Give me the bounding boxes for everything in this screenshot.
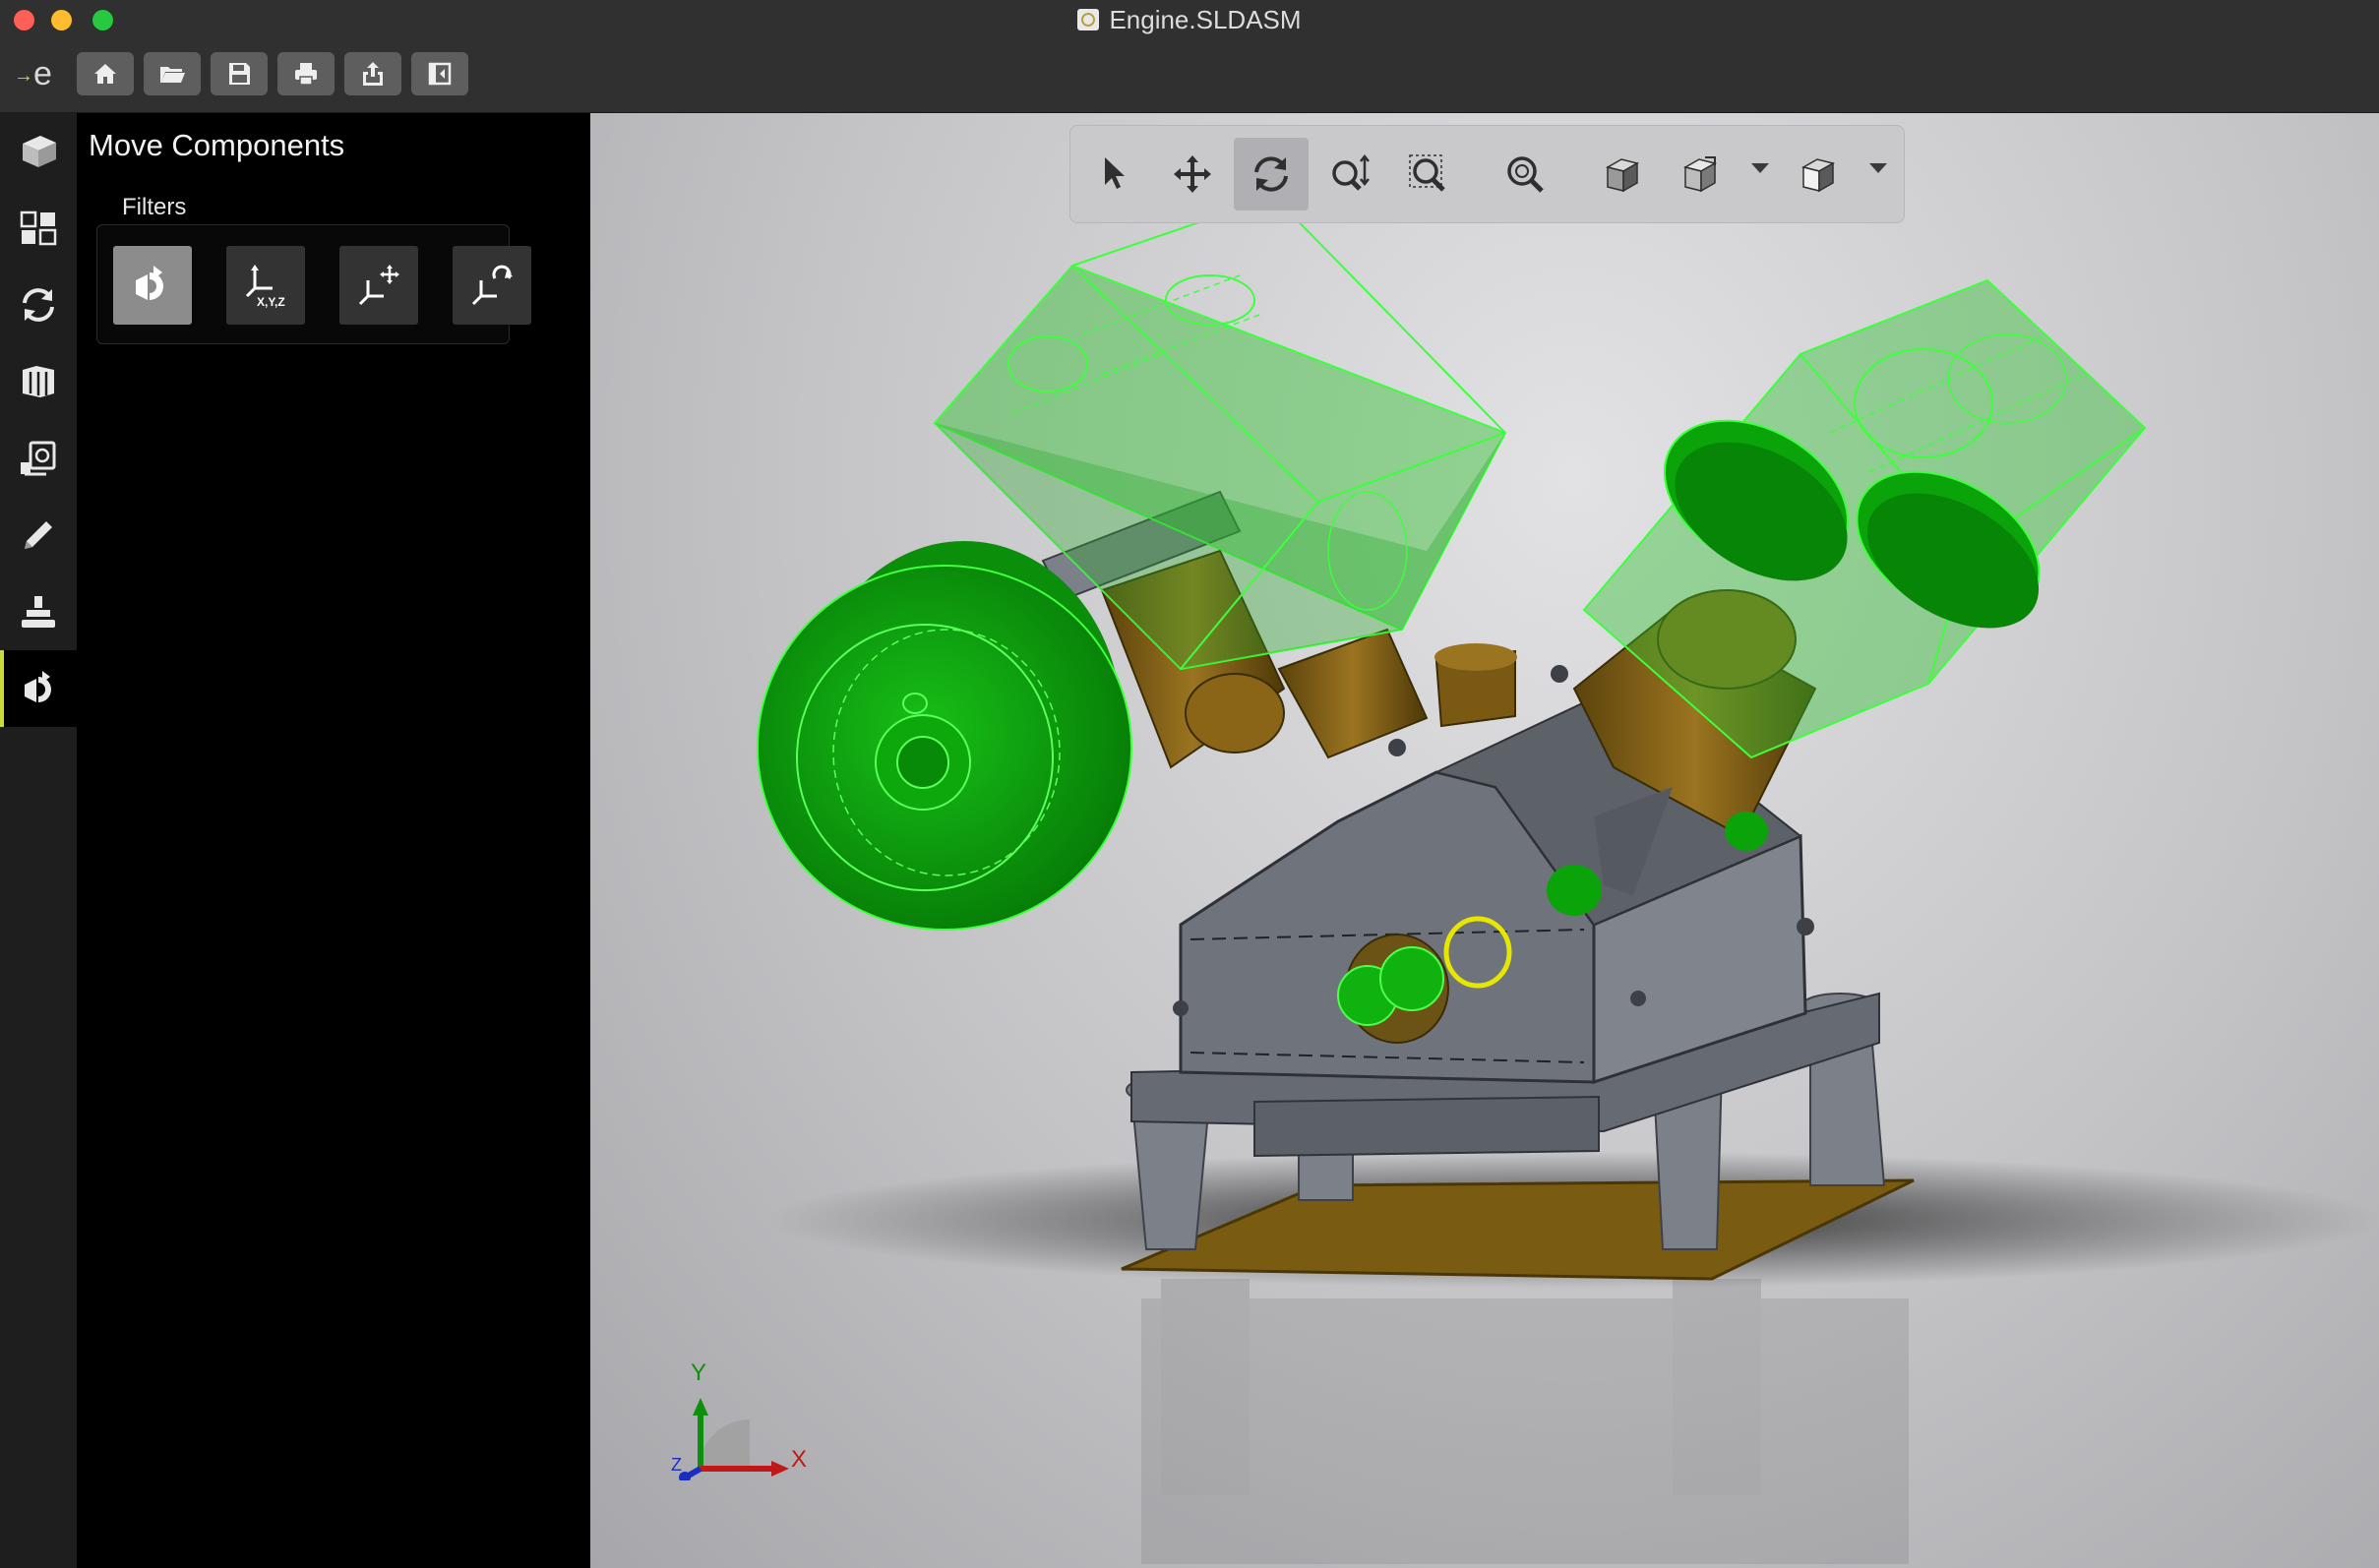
- filter-along-entity-button[interactable]: [339, 246, 418, 325]
- internal-part[interactable]: [1725, 812, 1768, 851]
- rotate-icon: [1254, 156, 1288, 192]
- filters-label: Filters: [118, 194, 191, 221]
- zoom-to-fit-button[interactable]: [1488, 138, 1562, 211]
- title-bar: Engine.SLDASM: [0, 0, 2379, 39]
- home-button[interactable]: [77, 52, 134, 95]
- free-drag-icon: [136, 266, 164, 300]
- pan-tool-button[interactable]: [1155, 138, 1230, 211]
- print-button[interactable]: [277, 52, 335, 95]
- view-orientation-icon: [1683, 156, 1717, 193]
- property-manager: Move Components Filters X,Y,Z: [77, 113, 661, 1568]
- zoom-to-area-button[interactable]: [1391, 138, 1466, 211]
- engine-model[interactable]: [590, 113, 2379, 1568]
- open-folder-icon: [160, 67, 185, 83]
- sidebar-toggle-button[interactable]: [411, 52, 468, 95]
- rail-item-sketch[interactable]: [0, 497, 77, 573]
- logo-text: e: [33, 55, 52, 92]
- flywheel[interactable]: [757, 541, 1132, 931]
- coordinate-triad: Y X Z: [671, 1359, 807, 1480]
- components-icon: [23, 366, 54, 397]
- section-view-dropdown[interactable]: [1869, 163, 1887, 173]
- layout-icon: [20, 211, 57, 246]
- rotate-about-icon: [471, 265, 513, 306]
- command-rail: [0, 113, 77, 1568]
- floor-reflection: [1141, 1279, 1909, 1564]
- save-button[interactable]: [211, 52, 268, 95]
- main-toolbar: →e: [0, 39, 2379, 113]
- logo-arrow: →: [14, 65, 33, 88]
- rail-item-move-component[interactable]: [0, 650, 77, 727]
- panel-title: Move Components: [89, 128, 345, 162]
- rail-item-update[interactable]: [0, 267, 77, 343]
- graphics-viewport[interactable]: Y X Z: [590, 113, 2379, 1568]
- display-style-button[interactable]: [1585, 138, 1660, 211]
- pan-icon: [1174, 155, 1211, 193]
- zoom-to-fit-icon: [1507, 156, 1544, 193]
- view-orientation-button[interactable]: [1663, 138, 1738, 211]
- sketch-pencil-icon: [25, 521, 52, 549]
- crankcase-bottom[interactable]: [1253, 1095, 1600, 1158]
- display-style-icon: [1606, 158, 1639, 193]
- rotate-tool-button[interactable]: [1234, 138, 1309, 211]
- update-icon: [23, 288, 54, 322]
- section-view-icon: [1801, 158, 1835, 193]
- move-component-icon: [25, 671, 51, 702]
- xyz-translate-icon: X,Y,Z: [245, 265, 285, 309]
- triad-x-label: X: [791, 1446, 807, 1473]
- rail-item-components[interactable]: [0, 343, 77, 420]
- stamp-icon: [22, 596, 55, 628]
- view-orientation-dropdown[interactable]: [1751, 163, 1769, 173]
- select-icon: [1105, 157, 1125, 189]
- filter-free-drag-button[interactable]: [113, 246, 192, 325]
- save-icon: [229, 63, 250, 85]
- rail-item-parts[interactable]: [0, 113, 77, 190]
- svg-text:X,Y,Z: X,Y,Z: [257, 295, 285, 309]
- zoom-icon: [1332, 153, 1370, 191]
- triad-y-label: Y: [691, 1359, 706, 1386]
- open-button[interactable]: [144, 52, 201, 95]
- print-icon: [295, 63, 317, 86]
- triad-z-label: Z: [671, 1455, 682, 1475]
- drawing-icon: [21, 441, 56, 476]
- internal-part[interactable]: [1547, 865, 1602, 916]
- zoom-to-area-icon: [1409, 154, 1445, 192]
- rail-item-layout[interactable]: [0, 190, 77, 267]
- rail-item-drawing[interactable]: [0, 420, 77, 497]
- filter-rotate-about-button[interactable]: [453, 246, 531, 325]
- select-tool-button[interactable]: [1076, 138, 1151, 211]
- window-title-wrap: Engine.SLDASM: [0, 0, 2379, 39]
- oil-cap-top: [1434, 643, 1517, 671]
- window-title: Engine.SLDASM: [1109, 4, 1302, 34]
- parts-icon: [23, 136, 56, 167]
- heads-up-view-toolbar: [1069, 125, 1905, 223]
- app-logo[interactable]: →e: [14, 57, 52, 92]
- share-icon: [363, 62, 383, 86]
- share-button[interactable]: [344, 52, 401, 95]
- along-entity-icon: [358, 265, 399, 306]
- assembly-file-icon: [1077, 9, 1100, 30]
- zoom-tool-button[interactable]: [1312, 138, 1387, 211]
- rail-item-stamp[interactable]: [0, 573, 77, 650]
- home-icon: [94, 64, 116, 84]
- sidebar-toggle-icon: [428, 62, 452, 86]
- filter-xyz-translate-button[interactable]: X,Y,Z: [226, 246, 305, 325]
- section-view-button[interactable]: [1781, 138, 1856, 211]
